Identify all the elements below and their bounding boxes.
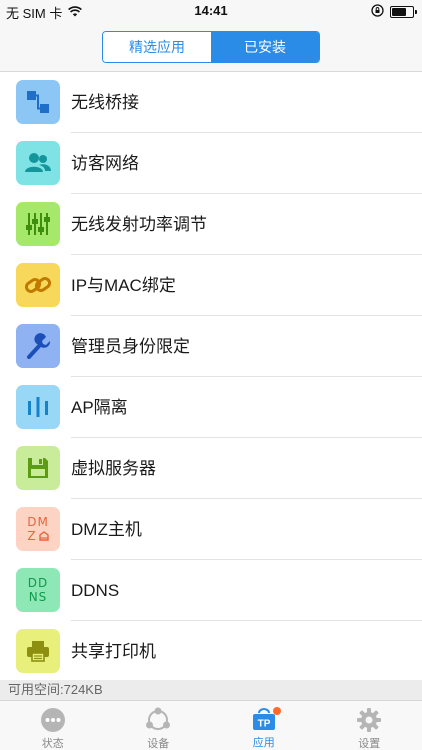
tp-apps-icon: TP xyxy=(250,707,281,732)
list-item-guest-network[interactable]: 访客网络 xyxy=(0,133,422,194)
floppy-icon xyxy=(16,446,60,490)
gear-icon xyxy=(355,707,383,733)
ddns-icon: DD NS xyxy=(16,568,60,612)
segmented-control: 精选应用 已安装 xyxy=(102,31,320,63)
status-dots-icon xyxy=(39,707,67,733)
tab-settings[interactable]: 设置 xyxy=(317,701,422,750)
tab-featured-apps[interactable]: 精选应用 xyxy=(103,32,211,62)
app-label: 无线发射功率调节 xyxy=(71,215,207,234)
dmz-house-glyph xyxy=(38,531,49,541)
list-item-ap-isolation[interactable]: AP隔离 xyxy=(0,377,422,438)
list-item-ip-mac-binding[interactable]: IP与MAC绑定 xyxy=(0,255,422,316)
devices-icon xyxy=(144,707,172,733)
tab-label: 状态 xyxy=(41,738,64,750)
dmz-icon: DM Z xyxy=(16,507,60,551)
app-label: 共享打印机 xyxy=(71,642,156,661)
tab-label: 设置 xyxy=(358,738,381,750)
header: 精选应用 已安装 xyxy=(0,22,422,72)
wrench-icon xyxy=(16,324,60,368)
list-item-shared-printer[interactable]: 共享打印机 xyxy=(0,621,422,682)
list-item-wireless-bridge[interactable]: 无线桥接 xyxy=(0,72,422,133)
isolation-icon xyxy=(16,385,60,429)
ddns-icon-line2: NS xyxy=(28,590,48,604)
tab-installed[interactable]: 已安装 xyxy=(211,32,319,62)
notification-badge xyxy=(272,707,281,715)
list-item-dmz-host[interactable]: DM Z DMZ主机 xyxy=(0,499,422,560)
app-label: 管理员身份限定 xyxy=(71,337,190,356)
tab-bar: 状态 设备 TP 应用 设置 xyxy=(0,700,422,750)
printer-icon xyxy=(16,629,60,673)
tab-status[interactable]: 状态 xyxy=(0,701,106,750)
bridge-icon xyxy=(16,80,60,124)
app-label: 虚拟服务器 xyxy=(71,459,156,478)
link-icon xyxy=(16,263,60,307)
tab-devices[interactable]: 设备 xyxy=(106,701,212,750)
list-item-ddns[interactable]: DD NS DDNS xyxy=(0,560,422,621)
status-right xyxy=(371,4,417,20)
dmz-icon-line1: DM xyxy=(27,515,49,529)
list-item-tx-power[interactable]: 无线发射功率调节 xyxy=(0,194,422,255)
app-label: AP隔离 xyxy=(71,398,128,417)
tab-apps[interactable]: TP 应用 xyxy=(211,701,317,750)
app-label: IP与MAC绑定 xyxy=(71,276,176,295)
ddns-icon-line1: DD xyxy=(27,576,49,590)
orientation-lock-icon xyxy=(371,4,384,20)
sliders-icon xyxy=(16,202,60,246)
app-label: 访客网络 xyxy=(71,154,139,173)
free-space-label: 可用空间:724KB xyxy=(0,680,422,700)
dmz-icon-line2: Z xyxy=(27,529,37,543)
app-label: DDNS xyxy=(71,581,120,600)
battery-icon xyxy=(390,6,417,18)
status-time: 14:41 xyxy=(194,3,228,18)
status-bar: 无 SIM 卡 14:41 xyxy=(0,0,422,22)
tab-label: 设备 xyxy=(147,738,170,750)
list-item-admin-restriction[interactable]: 管理员身份限定 xyxy=(0,316,422,377)
tab-label: 应用 xyxy=(252,737,275,749)
app-label: 无线桥接 xyxy=(71,93,139,112)
installed-app-list: 无线桥接 访客网络 无线发射功率调节 IP与MAC绑定 管理员身份限定 AP隔离… xyxy=(0,72,422,682)
svg-text:TP: TP xyxy=(257,718,270,729)
battery-fill xyxy=(392,8,406,16)
list-item-virtual-server[interactable]: 虚拟服务器 xyxy=(0,438,422,499)
app-label: DMZ主机 xyxy=(71,520,142,539)
guest-users-icon xyxy=(16,141,60,185)
